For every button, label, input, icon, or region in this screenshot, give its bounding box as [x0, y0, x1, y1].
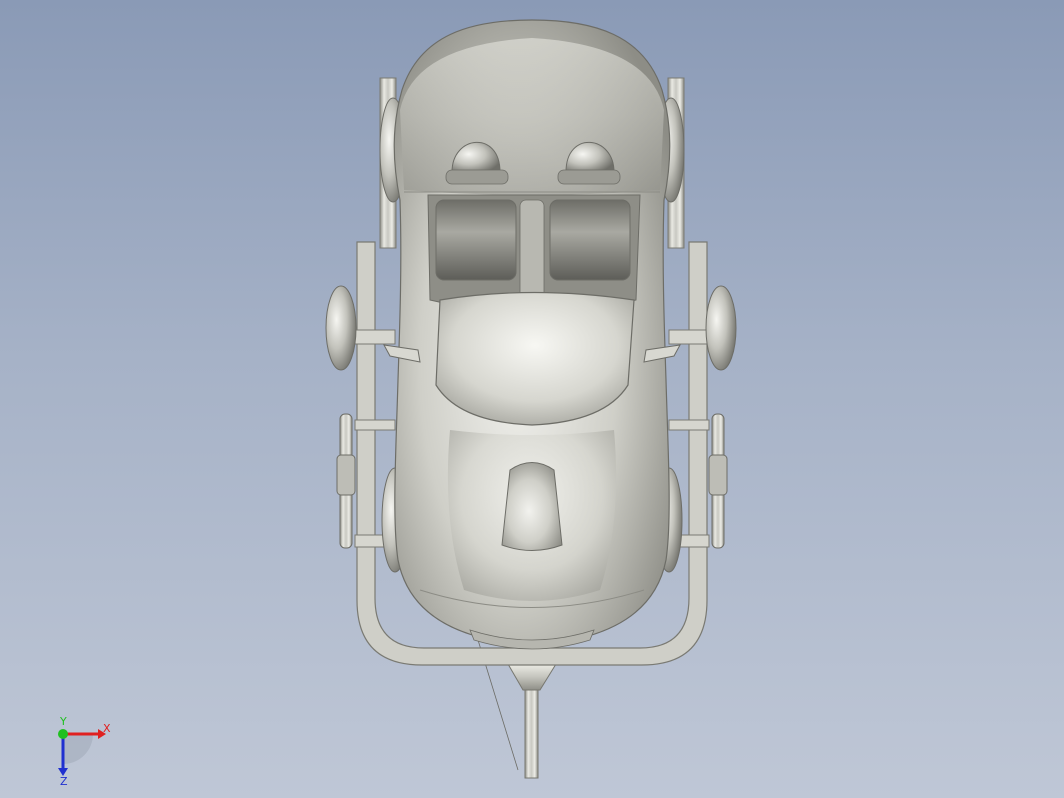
seat-left[interactable] [435, 199, 517, 281]
hood[interactable] [447, 430, 617, 601]
car-trailer-model[interactable] [0, 0, 1064, 798]
y-axis-dot [58, 729, 68, 739]
z-axis-label: Z [60, 775, 68, 786]
trailer-wheel-right[interactable] [705, 285, 737, 371]
x-axis-label: X [103, 722, 111, 735]
windshield[interactable] [435, 291, 635, 426]
trailer-wheel-left[interactable] [325, 285, 357, 371]
shock-absorber-right[interactable] [708, 413, 728, 549]
hood-scoop[interactable] [501, 462, 563, 551]
shock-absorber-left[interactable] [336, 413, 356, 549]
seat-right[interactable] [549, 199, 631, 281]
axis-triad-graphic: X Y Z [58, 715, 111, 788]
rear-deck [400, 38, 664, 195]
axis-triad: X Y Z [48, 715, 118, 788]
y-axis-label: Y [59, 716, 67, 728]
3d-viewport[interactable]: X Y Z [0, 0, 1064, 798]
